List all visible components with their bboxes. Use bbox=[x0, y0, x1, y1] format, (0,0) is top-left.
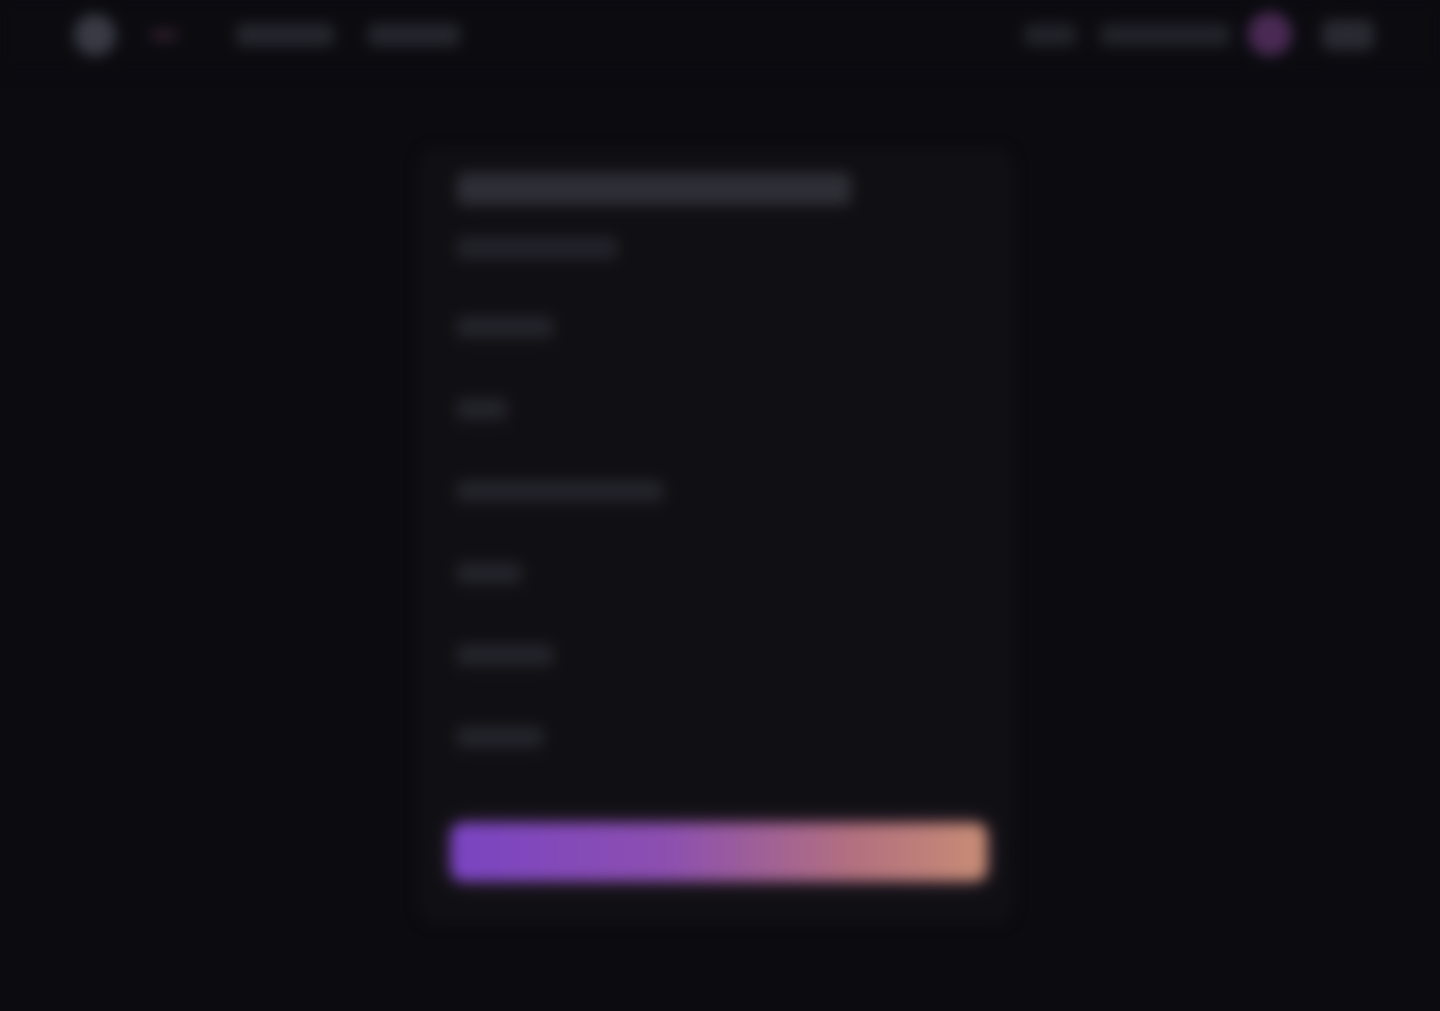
card-subtitle bbox=[457, 237, 617, 259]
top-navigation bbox=[0, 0, 1440, 72]
avatar-icon[interactable] bbox=[1248, 12, 1292, 56]
menu-button[interactable] bbox=[1322, 20, 1374, 50]
field-label bbox=[457, 317, 553, 337]
field-label bbox=[457, 645, 553, 665]
field-label bbox=[457, 563, 521, 583]
form-field-3[interactable] bbox=[451, 463, 981, 518]
form-field-4[interactable] bbox=[451, 545, 981, 600]
form-field-6[interactable] bbox=[451, 709, 981, 764]
submit-button[interactable] bbox=[451, 823, 987, 881]
form-field-5[interactable] bbox=[451, 627, 981, 682]
nav-link-2[interactable] bbox=[368, 24, 460, 46]
header-link-1[interactable] bbox=[1024, 24, 1076, 46]
field-label bbox=[457, 481, 663, 501]
field-label bbox=[457, 399, 507, 419]
form-field-2[interactable] bbox=[451, 381, 981, 436]
form-card bbox=[420, 150, 1012, 922]
header-link-2[interactable] bbox=[1100, 24, 1230, 46]
logo-icon[interactable] bbox=[74, 14, 116, 56]
card-title bbox=[457, 173, 851, 205]
form-field-1[interactable] bbox=[451, 299, 981, 354]
field-label bbox=[457, 727, 543, 747]
nav-link-1[interactable] bbox=[236, 24, 334, 46]
logo-wordmark bbox=[150, 30, 178, 40]
page bbox=[0, 0, 1440, 1011]
